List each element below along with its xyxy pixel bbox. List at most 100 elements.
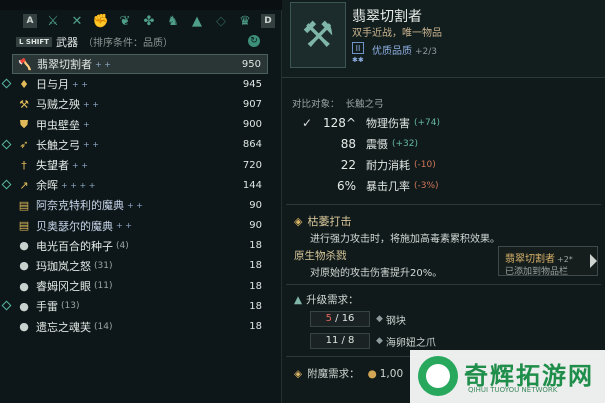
item-tag: + + xyxy=(95,59,111,69)
compare-line: 对比对象： 长触之弓 xyxy=(292,96,384,110)
requirement-count: 11 / 8 xyxy=(310,333,370,349)
item-name: 失望者 xyxy=(36,159,69,173)
item-name: 马贼之殃 xyxy=(36,98,80,112)
stat-row: ✓ 128^ 物理伤害 (+74) xyxy=(302,112,597,133)
item-name: 手雷 xyxy=(36,300,58,314)
orb-icon: ● xyxy=(19,259,29,273)
orb-icon: ● xyxy=(19,320,29,334)
item-tag: + + xyxy=(127,200,143,210)
quality-tier-icon: II xyxy=(352,42,364,54)
item-description: 双手近战，唯一物品 xyxy=(352,28,442,39)
item-count: (11) xyxy=(94,281,113,292)
item-tag: + + xyxy=(83,140,99,150)
hammer-icon: ⚒ xyxy=(19,97,29,111)
toast-bonus: +2* xyxy=(557,255,573,264)
list-item[interactable]: ▤ 贝奥瑟尔的魔典 + + 90 xyxy=(12,216,268,236)
shield-icon: ⛊ xyxy=(19,117,29,131)
quality-label: 优质品质 +2/3 xyxy=(372,42,437,57)
list-item[interactable]: ▤ 阿奈克特利的魔典 + + 90 xyxy=(12,195,268,215)
material-name: 海卵妞之爪 xyxy=(385,337,436,349)
gem-icon[interactable]: ◇ xyxy=(210,11,232,31)
item-value: 900 xyxy=(242,119,262,131)
shift-key[interactable]: L SHIFT xyxy=(16,36,52,47)
prev-tab-key[interactable]: A xyxy=(23,14,37,28)
quality-bonus: +2/3 xyxy=(415,47,438,57)
sword-icon: † xyxy=(21,158,27,172)
list-item[interactable]: ↗ 余晖 + + + + 144 xyxy=(1,175,268,195)
dragon-icon[interactable]: ♞ xyxy=(162,11,184,31)
jade-axe-icon: ⚒ xyxy=(301,14,335,56)
check-icon: ✓ xyxy=(302,115,313,130)
stat-value: 22 xyxy=(340,157,356,172)
upgrade-title: ▲ 升级需求： xyxy=(294,292,359,307)
diamond-icon: ◈ xyxy=(294,215,303,228)
list-item[interactable]: ⚒ 马贼之殃 + + 907 xyxy=(12,94,268,114)
divider xyxy=(286,284,601,285)
stat-label: 暴击几率 xyxy=(366,179,410,193)
stat-label: 物理伤害 xyxy=(366,116,410,130)
crown-icon[interactable]: ♛ xyxy=(234,11,256,31)
cluster-icon[interactable]: ✤ xyxy=(138,11,160,31)
anvil-icon[interactable]: ▲ xyxy=(186,11,208,31)
requirement-count: 5 / 16 xyxy=(310,311,370,327)
perk-title-text: 枯萎打击 xyxy=(307,215,352,228)
crossed-tools-icon[interactable]: ✕ xyxy=(66,11,88,31)
item-detail-panel: ⚒ 翡翠切割者 双手近战，唯一物品 II ✱✱ 优质品质 +2/3 对比对象： 长触… xyxy=(282,0,605,403)
list-item[interactable]: ● 睿姆冈之眼 (11) 18 xyxy=(12,276,268,296)
list-item[interactable]: 🪓 翡翠切割者 + + 950 xyxy=(12,54,268,75)
category-title: 武器 xyxy=(55,35,78,49)
added-to-inventory-toast: 翡翠切割者 +2* 已添加到物品栏 xyxy=(498,246,598,277)
divider xyxy=(286,204,601,205)
axe-icon: 🪓 xyxy=(18,57,32,71)
item-name: 长触之弓 xyxy=(36,138,80,152)
stat-row: 22 耐力消耗 (-10) xyxy=(302,154,597,175)
item-value: 90 xyxy=(249,199,262,211)
grenade-icon: ● xyxy=(19,299,29,313)
toast-item-name: 翡翠切割者 +2* xyxy=(505,250,573,265)
diamond-icon: ◈ xyxy=(294,367,303,380)
stat-delta: (-10) xyxy=(414,159,436,170)
stat-delta: (+74) xyxy=(414,117,441,128)
compare-label: 对比对象： xyxy=(292,99,340,110)
item-tag: + + + + xyxy=(61,180,96,190)
requirement-material: ◆ 海卵妞之爪 xyxy=(376,334,436,349)
list-item[interactable]: ● 手雷 (13) 18 xyxy=(1,296,268,316)
item-value: 18 xyxy=(249,280,262,292)
requirement-material: ◆ 钢块 xyxy=(376,312,406,327)
tome-icon: ▤ xyxy=(18,198,30,212)
list-item[interactable]: ● 遗忘之魂芙 (14) 18 xyxy=(12,316,268,336)
top-strip xyxy=(0,0,282,10)
perk-description: 进行强力攻击时，将施加高毒素累积效果。 xyxy=(310,234,500,245)
item-name: 玛珈岚之怒 xyxy=(36,259,91,273)
weapon-class-icon[interactable]: ⚔ xyxy=(42,11,64,31)
watermark-subtext: QIHUI TUOYOU NETWORK xyxy=(468,386,558,394)
anvil-icon: ▲ xyxy=(294,294,303,306)
new-marker-icon xyxy=(1,139,12,150)
stat-row: 6% 暴击几率 (-3%) xyxy=(302,175,597,196)
list-item[interactable]: ● 电光百合的种子 (4) 18 xyxy=(12,236,268,256)
item-name: 翡翠切割者 xyxy=(37,58,92,72)
list-item[interactable]: ● 玛珈岚之怒 (31) 18 xyxy=(12,256,268,276)
next-tab-key[interactable]: D xyxy=(261,14,275,28)
item-name: 甲虫壁垒 xyxy=(36,118,80,132)
orb-icon: ● xyxy=(19,239,29,253)
item-tag: + + xyxy=(72,79,88,89)
watermark: 奇辉拓游网 QIHUI TUOYOU NETWORK xyxy=(410,350,605,403)
toast-message: 已添加到物品栏 xyxy=(505,267,569,277)
fist-icon[interactable]: ✊ xyxy=(90,11,112,31)
stat-label: 震慑 xyxy=(366,137,388,151)
item-tag: + xyxy=(83,120,90,130)
list-item[interactable]: ♦ 日与月 + + 945 xyxy=(1,74,268,94)
list-item[interactable]: ⛊ 甲虫壁垒 + 900 xyxy=(12,115,268,135)
item-title: 翡翠切割者 xyxy=(352,9,422,25)
enchant-value: 1,00 xyxy=(379,367,404,380)
category-tab-bar: A ⚔ ✕ ✊ ❦ ✤ ♞ ▲ ◇ ♛ D xyxy=(20,11,278,31)
cycle-sort-button[interactable]: ↻ xyxy=(248,35,260,47)
stat-value: 88 xyxy=(340,136,356,151)
item-value: 18 xyxy=(249,300,262,312)
list-item[interactable]: † 失望者 + + 720 xyxy=(12,155,268,175)
paw-icon[interactable]: ❦ xyxy=(114,11,136,31)
blade-icon: ♦ xyxy=(19,77,29,91)
list-item[interactable]: ➶ 长触之弓 + + 864 xyxy=(1,135,268,155)
count-separator: / xyxy=(331,313,342,324)
